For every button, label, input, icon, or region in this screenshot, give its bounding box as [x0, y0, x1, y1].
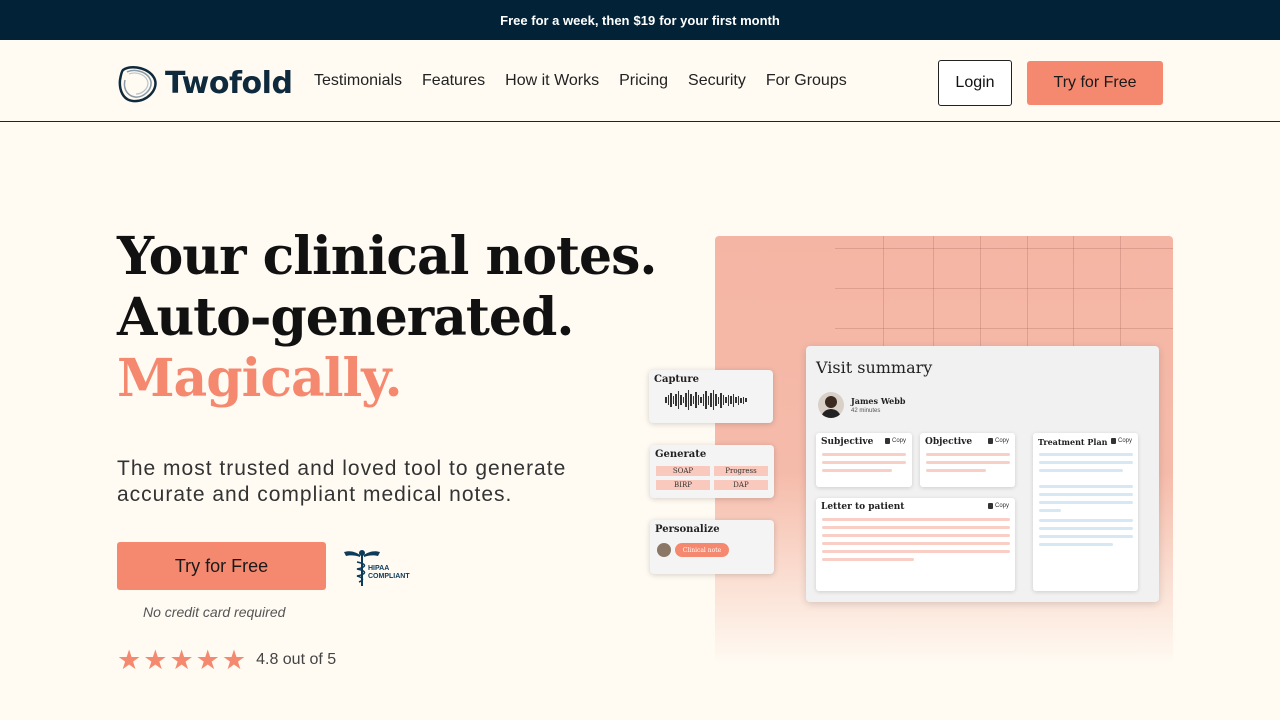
- headline-line-1: Your clinical notes.: [117, 226, 658, 287]
- nav-link-features[interactable]: Features: [422, 72, 485, 90]
- personalize-card: Personalize Clinical note: [650, 520, 774, 574]
- capture-title: Capture: [654, 374, 699, 385]
- brand-logo[interactable]: Twofold: [117, 62, 293, 104]
- generate-title: Generate: [655, 449, 707, 460]
- patient-duration: 42 minutes: [851, 408, 881, 414]
- star-icon: ★: [117, 645, 142, 675]
- promo-price: $19: [633, 12, 656, 28]
- hipaa-line-1: HIPAA: [368, 565, 390, 572]
- star-icon: ★: [221, 645, 247, 675]
- nav-link-for-groups[interactable]: For Groups: [766, 72, 847, 90]
- treatment-plan-section: Treatment Plan Copy: [1033, 433, 1138, 591]
- chip-birp: BIRP: [656, 480, 710, 490]
- nav-link-testimonials[interactable]: Testimonials: [314, 72, 402, 90]
- letter-title: Letter to patient: [821, 502, 905, 512]
- headline-line-3: Magically.: [117, 348, 403, 409]
- twofold-logo-icon: [118, 66, 157, 103]
- copy-icon: [1110, 438, 1116, 444]
- copy-button[interactable]: Copy: [884, 438, 906, 444]
- hero-headline: Your clinical notes. Auto-generated. Mag…: [117, 226, 658, 409]
- nav-links: Testimonials Features How it Works Prici…: [314, 72, 847, 90]
- clinical-note-pill: Clinical note: [675, 543, 729, 557]
- copy-label: Copy: [994, 438, 1009, 444]
- login-button[interactable]: Login: [938, 60, 1012, 106]
- copy-label: Copy: [994, 503, 1009, 509]
- copy-icon: [987, 503, 993, 509]
- hipaa-badge: HIPAA COMPLIANT: [342, 546, 410, 588]
- hipaa-line-2: COMPLIANT: [368, 573, 410, 580]
- rating-text: 4.8 out of 5: [256, 651, 337, 668]
- letter-to-patient-section: Letter to patient Copy: [816, 498, 1015, 591]
- top-navigation: Twofold Testimonials Features How it Wor…: [0, 40, 1280, 122]
- copy-button[interactable]: Copy: [987, 503, 1009, 509]
- copy-button[interactable]: Copy: [987, 438, 1009, 444]
- copy-button[interactable]: Copy: [1110, 438, 1132, 444]
- personalize-title: Personalize: [655, 524, 720, 535]
- copy-label: Copy: [1117, 438, 1132, 444]
- subjective-title: Subjective: [821, 437, 874, 447]
- chip-dap: DAP: [714, 480, 768, 490]
- brand-name: Twofold: [165, 65, 293, 101]
- audio-waveform-icon: [665, 390, 747, 410]
- star-icon: ★: [195, 645, 220, 675]
- patient-name: James Webb: [851, 396, 906, 406]
- promo-prefix: Free for a week, then: [500, 12, 630, 28]
- nav-try-free-button[interactable]: Try for Free: [1027, 61, 1163, 105]
- copy-label: Copy: [891, 438, 906, 444]
- subjective-section: Subjective Copy: [816, 433, 912, 487]
- avatar: [657, 543, 671, 557]
- promo-suffix: for your first month: [659, 12, 780, 28]
- treatment-plan-title: Treatment Plan: [1038, 437, 1108, 447]
- nav-link-how-it-works[interactable]: How it Works: [505, 72, 599, 90]
- rating: ★ ★ ★ ★ ★ 4.8 out of 5: [117, 645, 337, 675]
- chip-soap: SOAP: [656, 466, 710, 476]
- objective-title: Objective: [925, 437, 973, 447]
- hero-subtitle: The most trusted and loved tool to gener…: [117, 457, 567, 506]
- star-icon: ★: [143, 645, 168, 675]
- chip-progress: Progress: [714, 466, 768, 476]
- nav-link-security[interactable]: Security: [688, 72, 746, 90]
- hero-try-free-button[interactable]: Try for Free: [117, 542, 326, 590]
- visit-summary-title: Visit summary: [816, 358, 933, 377]
- objective-section: Objective Copy: [920, 433, 1015, 487]
- copy-icon: [987, 438, 993, 444]
- copy-icon: [884, 438, 890, 444]
- headline-line-2: Auto-generated.: [117, 287, 574, 348]
- star-icon: ★: [169, 645, 194, 675]
- no-credit-card-note: No credit card required: [143, 604, 286, 620]
- generate-card: Generate SOAP Progress BIRP DAP: [650, 445, 774, 498]
- capture-card: Capture: [649, 370, 773, 423]
- promo-banner: Free for a week, then $19 for your first…: [0, 0, 1280, 40]
- visit-summary-card: Visit summary James Webb 42 minutes Subj…: [806, 346, 1159, 602]
- hipaa-text: HIPAA COMPLIANT: [368, 565, 410, 581]
- nav-link-pricing[interactable]: Pricing: [619, 72, 668, 90]
- avatar: [818, 392, 844, 418]
